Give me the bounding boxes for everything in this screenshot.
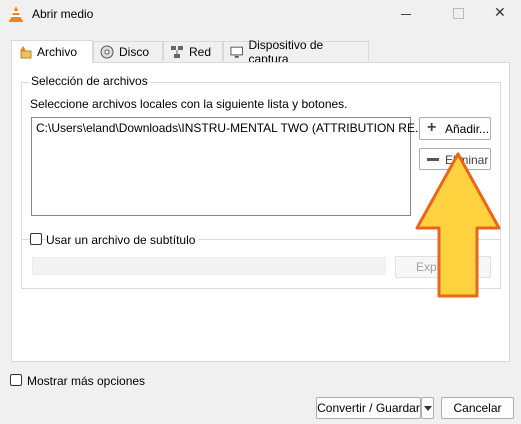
maximize-icon [453,8,464,19]
list-item[interactable]: C:\Users\eland\Downloads\INSTRU-MENTAL T… [36,121,425,135]
minimize-icon [401,14,411,15]
title-bar: Abrir medio ✕ [0,0,521,30]
convert-options-dropdown[interactable] [421,397,434,419]
close-icon: ✕ [494,4,506,20]
chevron-down-icon [424,406,432,411]
subtitle-checkbox[interactable] [30,233,42,245]
vlc-cone-icon [9,6,23,22]
file-list[interactable]: C:\Users\eland\Downloads\INSTRU-MENTAL T… [31,117,425,216]
maximize-button [436,0,482,30]
remove-file-label: Eliminar [445,153,489,167]
minimize-button[interactable] [383,0,429,30]
tab-label: Disco [119,44,150,59]
file-icon [20,46,32,59]
tab-dispositivo-de-captura[interactable]: Dispositivo de captura [223,38,369,66]
file-selection-instructions: Seleccione archivos locales con la sigui… [30,97,348,111]
tab-label: Red [189,44,212,59]
network-icon [171,45,183,58]
add-file-label: Añadir... [445,122,490,136]
cancel-button[interactable]: Cancelar [441,397,514,419]
minus-icon [427,158,439,161]
capture-device-icon [230,46,243,58]
file-selection-group-label: Selección de archivos [29,74,150,88]
convert-save-button[interactable]: Convertir / Guardar [316,397,421,419]
tab-label: Archivo [37,45,78,59]
tab-disco[interactable]: Disco [93,41,163,61]
close-button[interactable]: ✕ [481,0,521,30]
tab-archivo[interactable]: Archivo [11,40,93,63]
browse-subtitle-button: Explorar... [395,256,491,278]
more-options-label[interactable]: Mostrar más opciones [27,374,145,388]
add-file-button[interactable]: + Añadir... [419,117,491,140]
remove-file-button[interactable]: Eliminar [419,148,491,170]
subtitle-checkbox-label[interactable]: Usar un archivo de subtítulo [46,233,199,247]
plus-icon: + [427,119,437,136]
more-options-checkbox[interactable] [10,374,22,386]
window-title: Abrir medio [32,7,94,21]
tab-red[interactable]: Red [163,41,223,61]
subtitle-path-input [32,257,386,275]
disc-icon [100,45,114,58]
